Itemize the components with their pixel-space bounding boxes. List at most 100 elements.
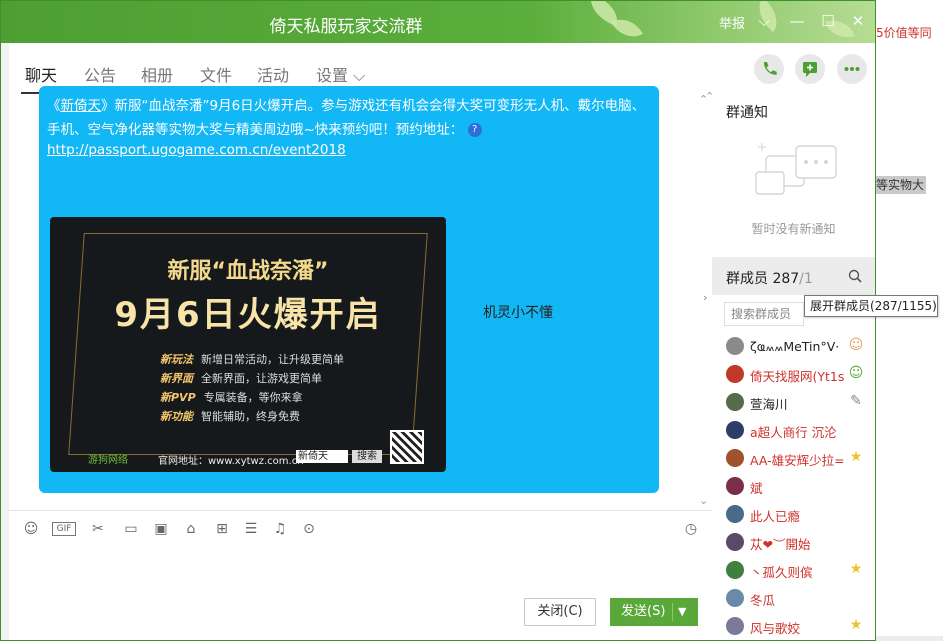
member-name: 萱海川 (750, 397, 788, 412)
minimize-icon[interactable]: — (788, 12, 806, 30)
member-header[interactable]: 群成员 287/1 (712, 257, 875, 295)
member-count: 群成员 287/1 (726, 268, 813, 288)
avatar (726, 477, 744, 495)
qr-code-image (390, 430, 424, 464)
message-input[interactable]: 关闭(C) 发送(S) ▼ (9, 544, 712, 640)
avatar (726, 337, 744, 355)
calendar-icon[interactable]: ☰ (242, 520, 260, 538)
bell-icon[interactable]: ♫ (271, 520, 289, 538)
avatar (726, 589, 744, 607)
title-bar[interactable]: 倚天私服玩家交流群 举报 ⌵ — ☐ ✕ (1, 1, 875, 45)
chevron-down-icon[interactable]: ▼ (678, 598, 686, 626)
promo-banner-image[interactable]: 新服“血战奈潘” 9月6日火爆开启 新玩法 新增日常活动，让升级更简单 新界面 全新… (50, 217, 446, 472)
call-button[interactable] (754, 54, 784, 84)
send-button[interactable]: 发送(S) ▼ (610, 598, 698, 626)
tab-activity[interactable]: 活动 (257, 62, 289, 86)
member-item[interactable]: 冬瓜 (712, 584, 875, 612)
tab-chat[interactable]: 聊天 (25, 62, 57, 86)
avatar (726, 421, 744, 439)
member-item[interactable]: 斌 (712, 472, 875, 500)
tab-files[interactable]: 文件 (200, 62, 232, 86)
feature-name: 新PVP (160, 391, 196, 404)
game-name-link[interactable]: 新倚天 (61, 98, 102, 114)
banner-search-field: 新倚天 (296, 450, 348, 463)
message-bubble[interactable]: 《新倚天》新服“血战奈潘”9月6日火爆开启。参与游戏还有机会会得大奖可变形无人机… (39, 86, 659, 493)
member-item[interactable]: 此人已瘾 (712, 500, 875, 528)
member-item[interactable]: a超人商行 沉沦 (712, 416, 875, 444)
image-icon[interactable]: ▣ (152, 520, 170, 538)
member-name: 此人已瘾 (750, 509, 801, 524)
member-name: 丶孤久则傧 (750, 565, 813, 580)
feature-name: 新界面 (160, 372, 193, 385)
group-chat-window: 倚天私服玩家交流群 举报 ⌵ — ☐ ✕ 聊天 公告 相册 文件 活动 设置 ⌵… (0, 0, 876, 641)
sender-name: 机灵小不懂 (483, 305, 553, 321)
gift-icon[interactable]: ⊞ (213, 520, 231, 538)
message-text-prefix: 《 (47, 98, 61, 114)
banner-headline: 新服“血战奈潘” (167, 259, 329, 284)
close-button[interactable]: 关闭(C) (524, 598, 596, 626)
feature-desc: 全新界面，让游戏更简单 (201, 372, 322, 385)
member-name: 斌 (750, 481, 763, 496)
send-button-label: 发送(S) (621, 604, 666, 619)
add-chat-button[interactable] (795, 54, 825, 84)
smile-icon[interactable]: ☺ (22, 520, 40, 538)
close-icon[interactable]: ✕ (849, 12, 867, 30)
member-list: ζҩ៳៳MeTin°V· ☺ 倚天找服网(Yt1s ☺ 萱海川 ✎ a超人商行 沉沦 … (712, 332, 875, 640)
scroll-down-icon[interactable]: ⌄ (699, 494, 708, 507)
chat-message-area[interactable]: 《新倚天》新服“血战奈潘”9月6日火爆开启。参与游戏还有机会会得大奖可变形无人机… (9, 86, 712, 510)
collapse-icon[interactable]: ⌃ (705, 90, 714, 103)
banner-site: 官网地址：www.xytwz.com.cn (158, 456, 304, 467)
banner-feature: 新界面 全新界面，让游戏更简单 (160, 370, 322, 386)
tab-settings[interactable]: 设置 ⌵ (316, 62, 365, 86)
event-link[interactable]: http://passport.ugogame.com.cn/event2018 (47, 142, 346, 158)
tab-announcement[interactable]: 公告 (84, 62, 116, 86)
history-clock-icon[interactable]: ◷ (682, 520, 700, 538)
member-item[interactable]: 风与歌姣 ★ (712, 612, 875, 640)
background-window-text: 5价值等同 (876, 26, 932, 40)
sidebar-toggle-icon[interactable]: › (703, 291, 707, 304)
chevron-down-icon[interactable]: ⌵ (755, 12, 773, 30)
member-name: 风与歌姣 (750, 621, 801, 636)
maximize-icon[interactable]: ☐ (819, 12, 837, 30)
feature-name: 新玩法 (160, 353, 193, 366)
phone-icon (763, 62, 777, 75)
avatar (726, 505, 744, 523)
member-count-suffix: /1 (799, 271, 813, 287)
store-icon[interactable]: ⌂ (182, 520, 200, 538)
window-title: 倚天私服玩家交流群 (269, 17, 423, 37)
star-icon: ★ (849, 449, 863, 465)
member-name: AA-雄安辉少拉= (750, 453, 845, 468)
member-item[interactable]: 苁❤︶開始 (712, 528, 875, 556)
search-icon[interactable] (848, 269, 862, 283)
member-item[interactable]: AA-雄安辉少拉= ★ (712, 444, 875, 472)
feature-desc: 智能辅助，终身免费 (201, 410, 300, 423)
member-item[interactable]: 丶孤久则傧 ★ (712, 556, 875, 584)
member-item[interactable]: 萱海川 ✎ (712, 388, 875, 416)
group-sidebar: ⌃ 群通知 暂时没有新通知 群成员 287/1 搜索群成员 ζҩ៳៳MeTin°… (705, 90, 875, 640)
scissors-icon[interactable]: ✂ (89, 520, 107, 538)
banner-brand: 游狗网络 (88, 455, 128, 466)
tab-album[interactable]: 相册 (141, 62, 173, 86)
member-search-input[interactable]: 搜索群成员 (724, 302, 804, 326)
empty-notice-icon (755, 143, 837, 195)
feature-desc: 专属装备，等你来拿 (203, 391, 303, 404)
star-icon: ★ (849, 617, 863, 633)
gif-icon[interactable]: GIF (52, 522, 76, 536)
owner-icon: ☺ (848, 337, 864, 353)
folder-icon[interactable]: ▭ (122, 520, 140, 538)
shield-question-icon[interactable]: ? (467, 123, 482, 137)
more-button[interactable] (837, 54, 867, 84)
admin-icon: ☺ (848, 365, 864, 381)
avatar (726, 561, 744, 579)
member-item[interactable]: ζҩ៳៳MeTin°V· ☺ (712, 332, 875, 360)
banner-feature: 新玩法 新增日常活动，让升级更简单 (160, 351, 344, 367)
chat-add-icon (803, 62, 817, 77)
banner-feature: 新PVP 专属装备，等你来拿 (160, 389, 303, 405)
edit-icon[interactable]: ✎ (848, 393, 864, 409)
avatar (726, 393, 744, 411)
member-item[interactable]: 倚天找服网(Yt1s ☺ (712, 360, 875, 388)
report-button[interactable]: 举报 (719, 13, 745, 32)
member-count-label: 群成员 287 (726, 271, 800, 287)
more-circle-icon[interactable]: ⊙ (300, 520, 318, 538)
avatar (726, 533, 744, 551)
